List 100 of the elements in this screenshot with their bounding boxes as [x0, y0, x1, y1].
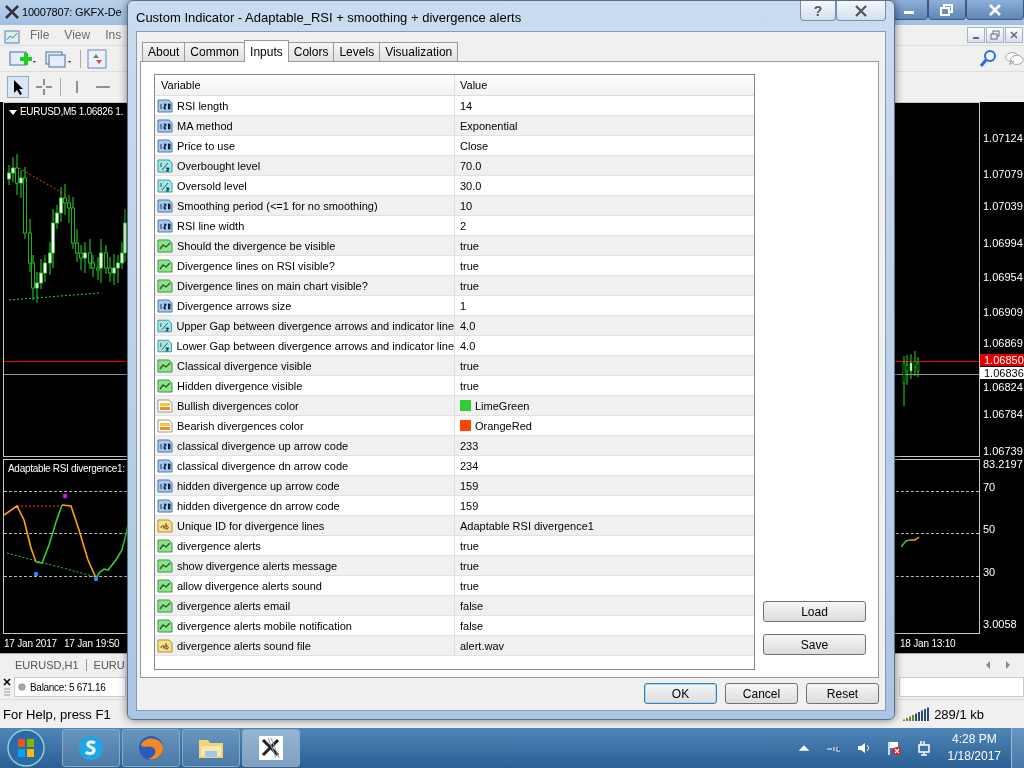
- dropdown-caret-icon[interactable]: [9, 110, 17, 116]
- save-button[interactable]: Save: [763, 634, 866, 655]
- integer-type-icon: [157, 198, 173, 213]
- variable-value[interactable]: true: [460, 379, 479, 392]
- variable-name: Divergence lines on RSI visible?: [177, 259, 335, 272]
- crosshair-icon[interactable]: [34, 77, 54, 97]
- tab[interactable]: Inputs: [244, 40, 289, 62]
- variable-value[interactable]: 30.0: [460, 179, 482, 192]
- show-desktop-button[interactable]: [1011, 728, 1024, 768]
- restore-button[interactable]: [928, 0, 966, 20]
- clock-date: 1/18/2017: [947, 748, 1001, 765]
- variable-value[interactable]: OrangeRed: [475, 419, 532, 432]
- dialog-button[interactable]: OK: [644, 683, 717, 704]
- variable-name: Unique ID for divergence lines: [177, 519, 325, 532]
- variable-name: RSI length: [177, 99, 229, 112]
- dialog-button[interactable]: Cancel: [725, 683, 798, 704]
- variable-value[interactable]: 2: [460, 219, 467, 232]
- variable-value[interactable]: 4.0: [460, 319, 476, 332]
- variable-name: Overbought level: [177, 159, 261, 172]
- line-chart-type-icon: [157, 598, 173, 613]
- variable-value[interactable]: false: [460, 619, 484, 632]
- close-button[interactable]: [966, 0, 1024, 20]
- variable-value[interactable]: true: [460, 359, 479, 372]
- speaker-icon[interactable]: [855, 740, 872, 756]
- variable-value[interactable]: true: [460, 579, 479, 592]
- chart-tab[interactable]: EURUSD,H1: [8, 658, 87, 671]
- variable-value[interactable]: 10: [460, 199, 473, 212]
- help-button[interactable]: ?: [800, 1, 836, 21]
- variable-value[interactable]: 159: [460, 499, 479, 512]
- menu-item[interactable]: File: [30, 28, 50, 42]
- variable-value[interactable]: 233: [460, 439, 479, 452]
- column-header[interactable]: Variable: [155, 75, 455, 95]
- menu-item[interactable]: Ins: [105, 28, 122, 42]
- variable-name: divergence alerts sound file: [177, 639, 311, 652]
- fraction-type-icon: [157, 318, 173, 333]
- variable-value[interactable]: alert.wav: [460, 639, 505, 652]
- line-chart-type-icon: [157, 358, 173, 373]
- minimize-button[interactable]: [967, 27, 985, 43]
- market-watch-icon[interactable]: [87, 48, 107, 69]
- chart-title: EURUSD,M5 1.06826 1.: [20, 106, 123, 117]
- line-chart-type-icon: [157, 378, 173, 393]
- variable-value[interactable]: true: [460, 279, 479, 292]
- variable-value[interactable]: false: [460, 599, 484, 612]
- integer-type-icon: [157, 298, 173, 313]
- variable-value[interactable]: true: [460, 539, 479, 552]
- variable-name: Should the divergence be visible: [177, 239, 336, 252]
- variable-name: Upper Gap between divergence arrows and indicator line: [176, 319, 454, 332]
- restore-icon: [990, 30, 1000, 40]
- variable-value[interactable]: 234: [460, 459, 479, 472]
- cursor-icon[interactable]: [8, 77, 28, 97]
- price-label: 1.06739: [983, 445, 1023, 457]
- variable-value[interactable]: Exponential: [460, 119, 518, 132]
- variable-value[interactable]: 4.0: [460, 339, 476, 352]
- search-icon[interactable]: [978, 48, 998, 69]
- price-label: 1.07039: [983, 200, 1023, 212]
- close-icon[interactable]: [2, 677, 12, 697]
- color-type-icon: [157, 418, 173, 433]
- variable-value[interactable]: 1: [460, 299, 467, 312]
- price-label: 1.06909: [983, 306, 1023, 318]
- network-icon[interactable]: [915, 740, 932, 756]
- balance-text: Balance: 5 671.16: [30, 681, 106, 693]
- tab[interactable]: About: [142, 42, 186, 61]
- tab[interactable]: Levels: [333, 42, 381, 61]
- taskbar-app-button[interactable]: [242, 729, 300, 767]
- chart-window-icon: [4, 29, 20, 45]
- load-button[interactable]: Load: [763, 601, 866, 622]
- column-header[interactable]: Value: [455, 75, 754, 95]
- line-chart-type-icon: [157, 538, 173, 553]
- scroll-left-icon[interactable]: [984, 659, 992, 670]
- tab[interactable]: Visualization: [379, 42, 459, 61]
- browser-globe-icon: [136, 733, 166, 763]
- time-label: 17 Jan 2017: [4, 638, 57, 649]
- profiles-icon[interactable]: [44, 48, 74, 69]
- integer-type-icon: [157, 458, 173, 473]
- variable-name: Classical divergence visible: [177, 359, 312, 372]
- scroll-right-icon[interactable]: [1004, 659, 1012, 670]
- variable-value[interactable]: 14: [460, 99, 473, 112]
- variable-value[interactable]: LimeGreen: [475, 399, 530, 412]
- clock[interactable]: 4:28 PM 1/18/2017: [947, 731, 1001, 765]
- price-label: 1.06954: [983, 271, 1023, 283]
- variable-value[interactable]: Adaptable RSI divergence1: [460, 519, 594, 532]
- close-button[interactable]: [1005, 27, 1023, 43]
- variable-value[interactable]: 70.0: [460, 159, 482, 172]
- tab[interactable]: Common: [184, 42, 246, 61]
- flag-icon[interactable]: [885, 740, 902, 756]
- close-button[interactable]: [836, 1, 886, 21]
- variable-name: classical divergence dn arrow code: [177, 459, 349, 472]
- variable-value[interactable]: true: [460, 559, 479, 572]
- start-button-icon[interactable]: [6, 728, 46, 768]
- tab[interactable]: Colors: [287, 42, 335, 61]
- restore-button[interactable]: [986, 27, 1004, 43]
- menu-item[interactable]: View: [64, 28, 91, 42]
- chat-app-icon: [76, 733, 106, 763]
- restore-icon: [940, 3, 954, 16]
- variable-value[interactable]: true: [460, 239, 479, 252]
- variable-value[interactable]: Close: [460, 139, 489, 152]
- variable-value[interactable]: 159: [460, 479, 479, 492]
- dialog-button[interactable]: Reset: [806, 683, 879, 704]
- variable-value[interactable]: true: [460, 259, 479, 272]
- connection-bars-icon: [902, 707, 931, 721]
